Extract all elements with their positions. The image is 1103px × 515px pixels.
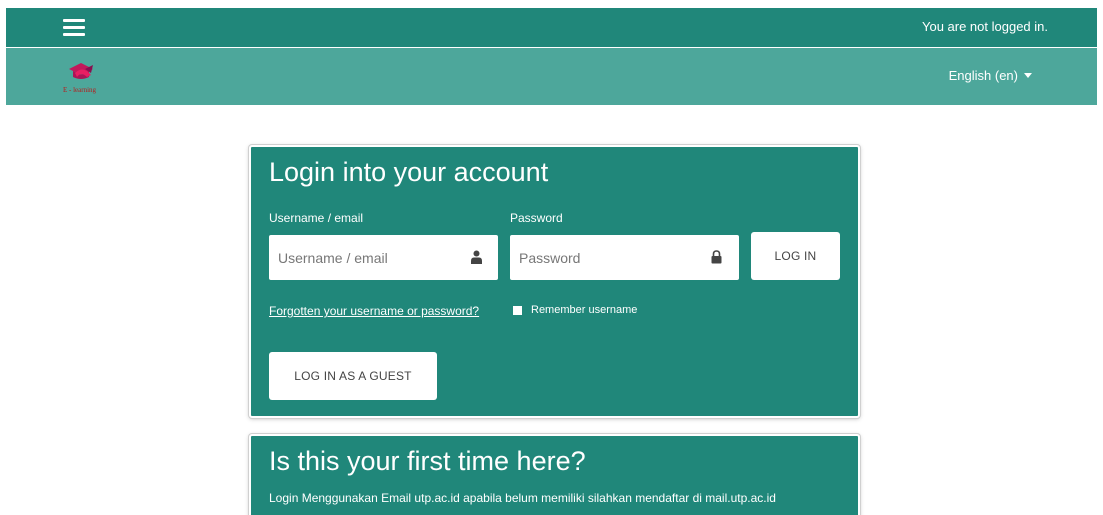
e-learning-logo[interactable]: E - learning <box>61 59 113 97</box>
username-input[interactable] <box>269 235 498 280</box>
login-card: Login into your account Username / email… <box>249 145 860 418</box>
username-label: Username / email <box>269 211 364 225</box>
hamburger-menu-icon[interactable] <box>63 19 85 36</box>
header-bar: E - learning English (en) <box>6 48 1097 105</box>
guest-login-button[interactable]: LOG IN AS A GUEST <box>269 352 437 400</box>
remember-username: Remember username <box>513 304 637 316</box>
top-navbar: You are not logged in. <box>6 8 1097 47</box>
first-time-card: Is this your first time here? Login Meng… <box>249 434 860 515</box>
svg-text:E - learning: E - learning <box>63 86 97 94</box>
first-time-title: Is this your first time here? <box>269 446 586 476</box>
caret-down-icon <box>1024 73 1032 79</box>
login-title: Login into your account <box>269 157 549 187</box>
language-selector[interactable]: English (en) <box>949 68 1032 83</box>
language-label: English (en) <box>948 68 1018 83</box>
remember-username-checkbox[interactable] <box>513 305 522 315</box>
password-label: Password <box>510 211 563 225</box>
lock-icon <box>711 250 722 264</box>
first-time-text: Login Menggunakan Email utp.ac.id apabil… <box>269 491 776 505</box>
remember-username-label: Remember username <box>531 304 638 316</box>
username-field-wrapper <box>269 235 498 280</box>
password-input[interactable] <box>510 235 739 280</box>
login-button[interactable]: LOG IN <box>751 232 840 280</box>
user-icon <box>471 250 482 264</box>
login-status-text: You are not logged in. <box>921 19 1048 34</box>
password-field-wrapper <box>510 235 739 280</box>
forgot-password-link[interactable]: Forgotten your username or password? <box>269 304 479 318</box>
